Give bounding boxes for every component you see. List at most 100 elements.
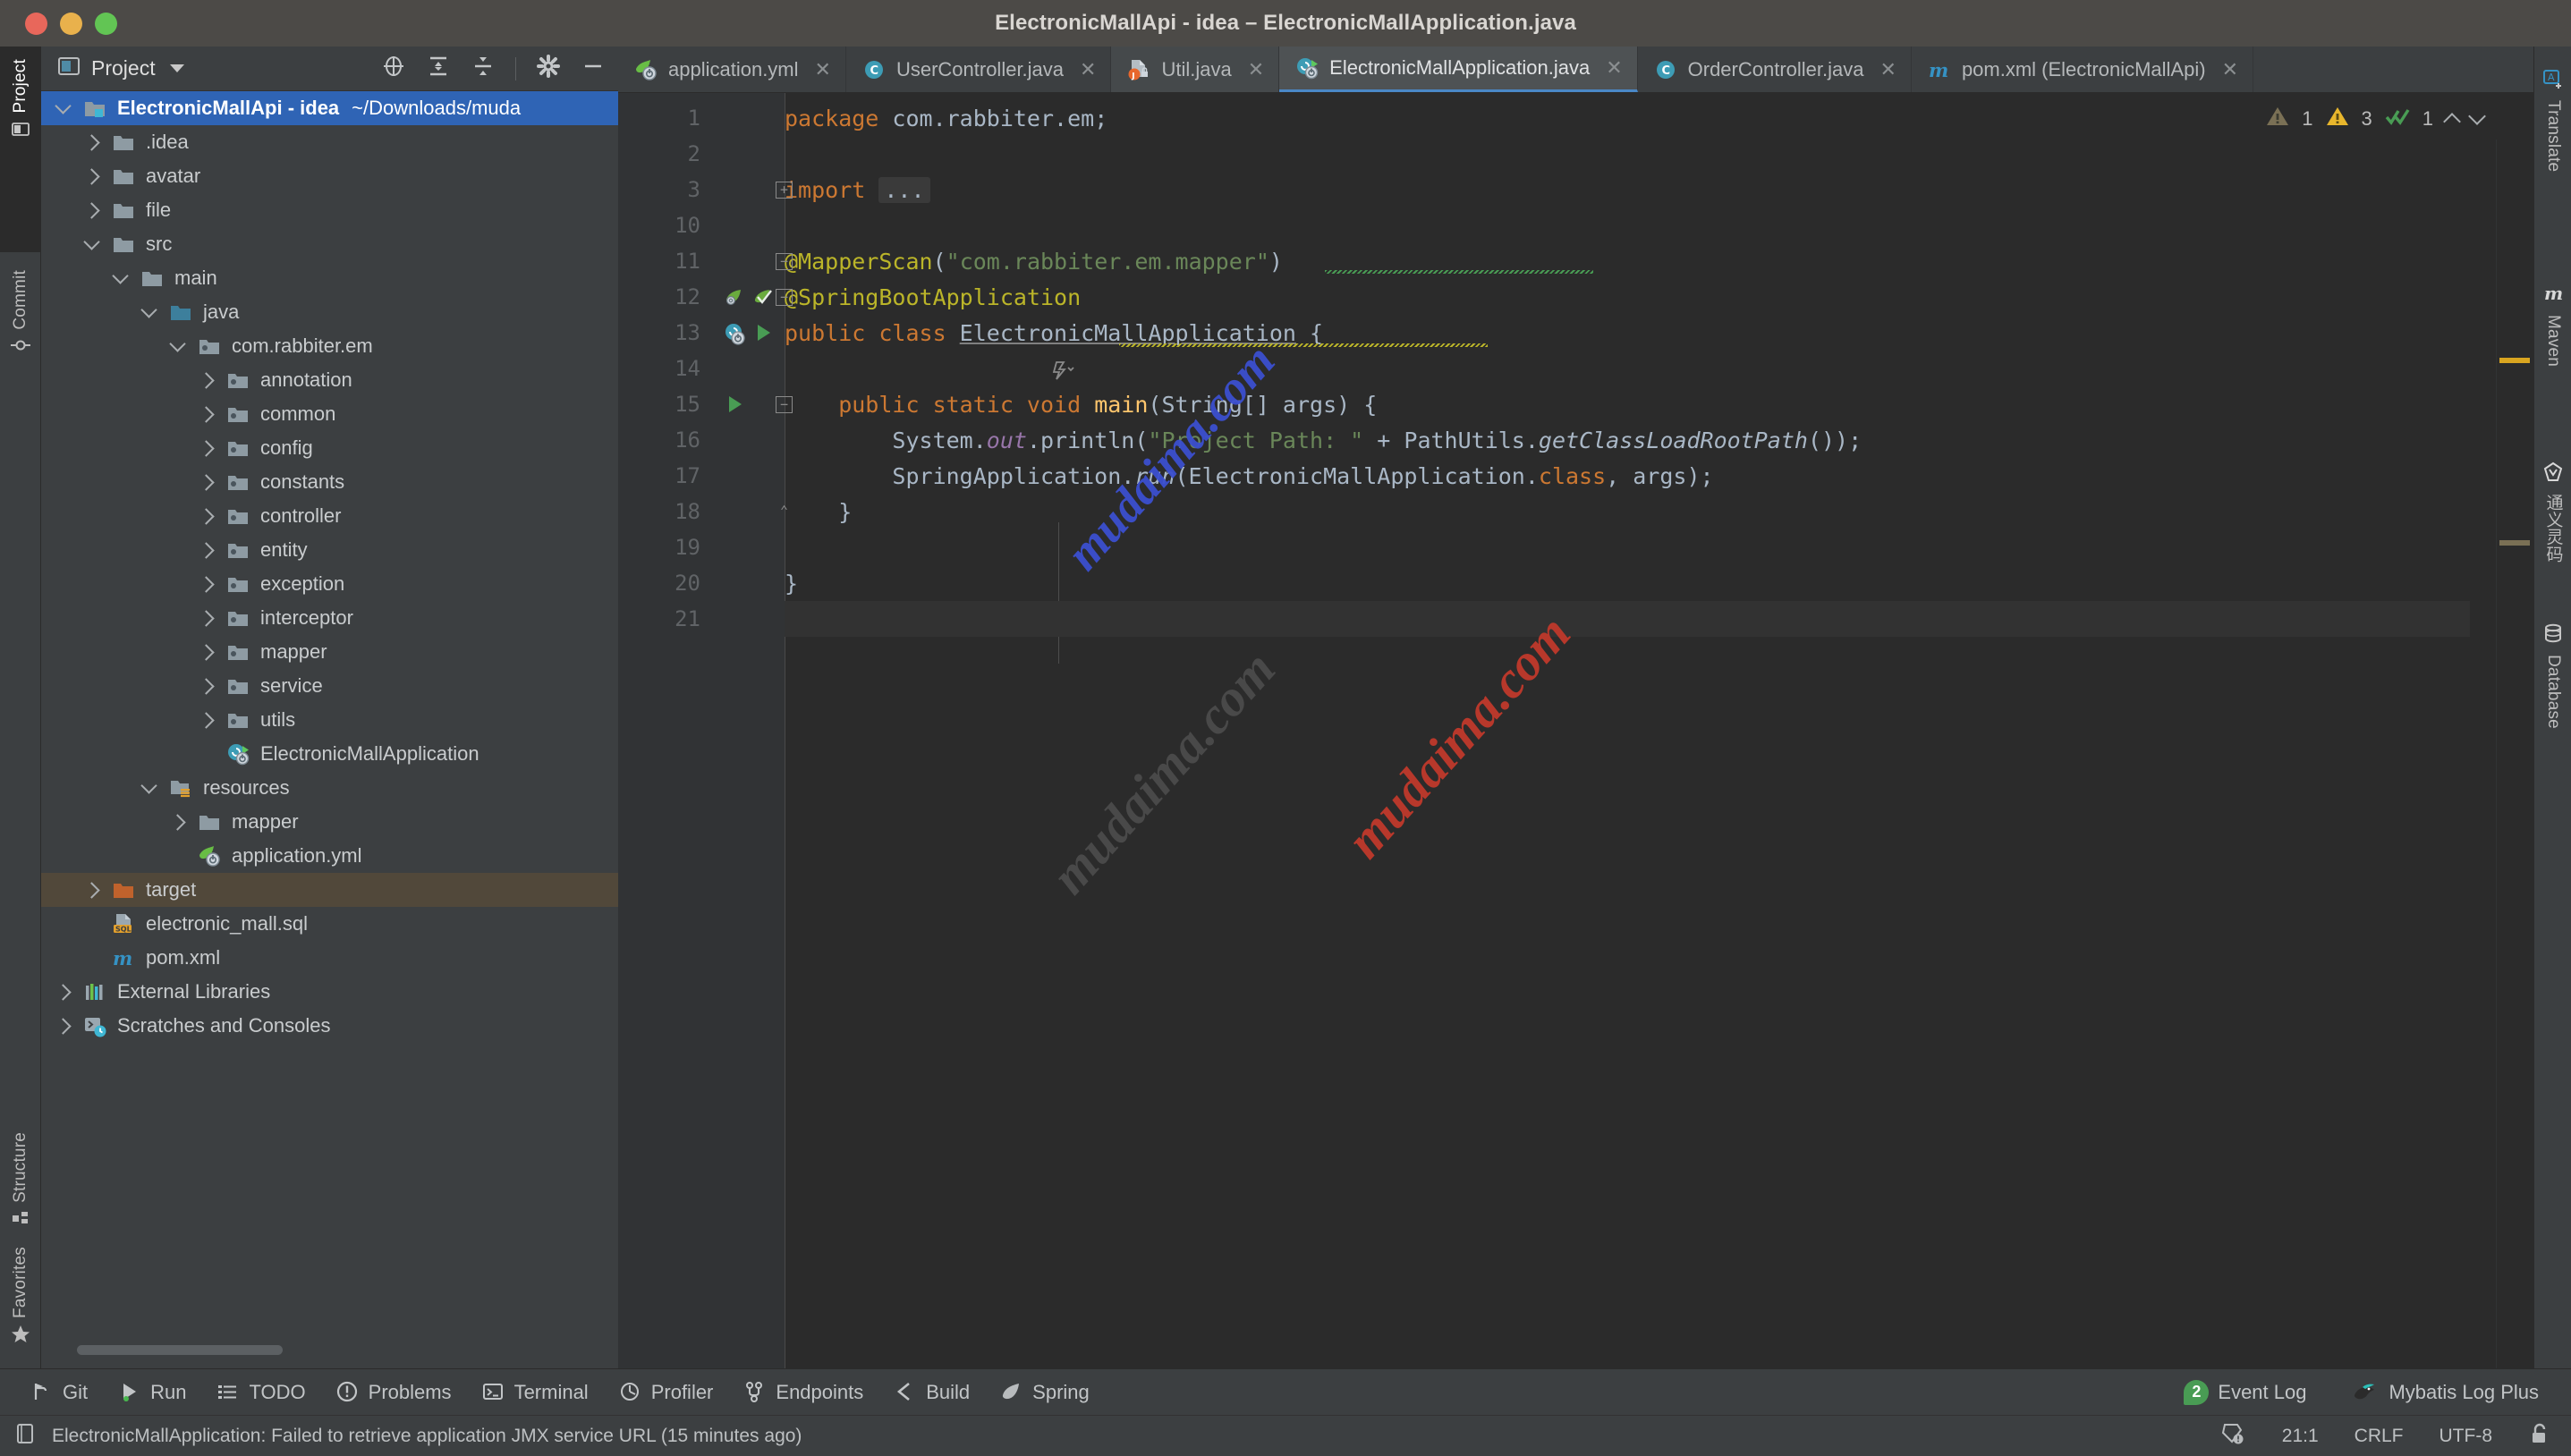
code-line[interactable]: 10 [618, 207, 2533, 243]
tool-window-button-problems[interactable]: Problems [336, 1381, 452, 1404]
code-line[interactable]: 21 [618, 601, 2533, 637]
tree-node-constants[interactable]: constants [41, 465, 618, 499]
chevron-right-icon[interactable] [198, 473, 215, 491]
settings-gear-icon[interactable] [536, 54, 561, 83]
fold-collapse-icon[interactable]: − [776, 253, 793, 270]
tree-node-common[interactable]: common [41, 397, 618, 431]
tool-window-button-spring[interactable]: Spring [1000, 1381, 1090, 1404]
scrollbar-thumb[interactable] [77, 1345, 283, 1355]
fold-expand-icon[interactable]: + [776, 182, 793, 199]
code-line[interactable]: 11 @MapperScan("com.rabbiter.em.mapper") [618, 243, 2533, 279]
tree-node-external-libraries[interactable]: External Libraries [41, 975, 618, 1009]
tree-node-electronic-mall-sql[interactable]: SQL electronic_mall.sql [41, 907, 618, 941]
tool-window-button-endpoints[interactable]: Endpoints [743, 1381, 863, 1404]
chevron-down-icon[interactable] [83, 233, 100, 250]
fold-collapse-icon[interactable]: − [776, 396, 793, 413]
code-line[interactable]: 13 public class ElectronicMallApplication… [618, 315, 2533, 351]
notification-icon[interactable] [14, 1422, 36, 1450]
unlocked-padlock-icon[interactable] [2528, 1422, 2550, 1451]
sidebar-item-database[interactable]: Database [2534, 610, 2571, 816]
code-line[interactable]: 2 [618, 136, 2533, 172]
tree-node-annotation[interactable]: annotation [41, 363, 618, 397]
tree-node-pom-xml[interactable]: m pom.xml [41, 941, 618, 975]
close-icon[interactable]: ✕ [1248, 59, 1264, 80]
tree-node-application-yml[interactable]: application.yml [41, 839, 618, 873]
tree-node-java[interactable]: java [41, 295, 618, 329]
hide-panel-icon[interactable] [581, 54, 606, 83]
close-icon[interactable]: ✕ [1080, 59, 1096, 80]
chevron-right-icon[interactable] [198, 405, 215, 423]
code-line[interactable]: 12 @SpringBootApplication [618, 279, 2533, 315]
tool-window-button-terminal[interactable]: Terminal [482, 1381, 589, 1404]
tree-node-mapper[interactable]: mapper [41, 805, 618, 839]
fold-collapse-icon[interactable]: − [776, 289, 793, 306]
editor-marker-strip[interactable] [2496, 140, 2533, 1415]
editor-tab-util-java[interactable]: J Util.java ✕ [1111, 47, 1280, 92]
chevron-right-icon[interactable] [83, 881, 100, 899]
close-icon[interactable]: ✕ [815, 59, 831, 80]
editor-marker[interactable] [2499, 540, 2530, 546]
tree-node-controller[interactable]: controller [41, 499, 618, 533]
sidebar-item-project[interactable]: Project [0, 47, 41, 252]
inlay-hint-icon[interactable] [1051, 360, 1074, 386]
caret-position[interactable]: 21:1 [2282, 1426, 2319, 1447]
chevron-down-icon[interactable] [169, 334, 186, 352]
tree-node-main[interactable]: main [41, 261, 618, 295]
project-tree-hscrollbar[interactable] [41, 1334, 618, 1368]
tree-node-service[interactable]: service [41, 669, 618, 703]
code-content[interactable]: 1 package com.rabbiter.em; 2 3 import ... +10… [618, 93, 2533, 1368]
chevron-right-icon[interactable] [55, 983, 72, 1001]
tree-node-electronicmallapi-idea[interactable]: ElectronicMallApi - idea ~/Downloads/muda [41, 91, 618, 125]
sidebar-item-commit[interactable]: Commit [0, 258, 41, 445]
tree-node-electronicmallapplication[interactable]: ElectronicMallApplication [41, 737, 618, 771]
tree-node-resources[interactable]: resources [41, 771, 618, 805]
chevron-right-icon[interactable] [198, 575, 215, 593]
code-line[interactable]: 19 [618, 529, 2533, 565]
tree-node-target[interactable]: target [41, 873, 618, 907]
tool-window-button-build[interactable]: Build [894, 1381, 970, 1404]
tree-node-scratches-and-consoles[interactable]: Scratches and Consoles [41, 1009, 618, 1043]
line-separator[interactable]: CRLF [2355, 1426, 2404, 1447]
expand-all-icon[interactable] [426, 54, 451, 83]
chevron-right-icon[interactable] [169, 813, 186, 831]
chevron-down-icon[interactable] [112, 267, 129, 284]
sidebar-item-favorites[interactable]: Favorites [0, 1182, 41, 1368]
tool-window-button-run[interactable]: Run [118, 1381, 186, 1404]
inspection-eye-icon[interactable] [2221, 1422, 2246, 1451]
editor-tab-electronicmallapplication-java[interactable]: ElectronicMallApplication.java ✕ [1279, 47, 1638, 92]
chevron-right-icon[interactable] [198, 677, 215, 695]
fold-end-icon[interactable]: ⌃ [776, 504, 793, 521]
close-icon[interactable]: ✕ [2222, 59, 2238, 80]
chevron-right-icon[interactable] [83, 133, 100, 151]
tool-window-button-profiler[interactable]: Profiler [619, 1381, 713, 1404]
chevron-right-icon[interactable] [198, 643, 215, 661]
tree-node-entity[interactable]: entity [41, 533, 618, 567]
editor-tab-application-yml[interactable]: application.yml ✕ [618, 47, 846, 92]
editor-tab-usercontroller-java[interactable]: C UserController.java ✕ [846, 47, 1112, 92]
tree-node-com-rabbiter-em[interactable]: com.rabbiter.em [41, 329, 618, 363]
inspection-widget[interactable]: 1 3 1 [2266, 106, 2486, 132]
code-line[interactable]: 20} [618, 565, 2533, 601]
mybatis-log-plus-button[interactable]: Mybatis Log Plus [2351, 1381, 2539, 1404]
chevron-down-icon[interactable] [169, 64, 184, 72]
tree-node-avatar[interactable]: avatar [41, 159, 618, 193]
close-icon[interactable]: ✕ [1880, 59, 1896, 80]
chevron-right-icon[interactable] [198, 541, 215, 559]
tree-node-exception[interactable]: exception [41, 567, 618, 601]
editor-tab-pom-xml-electronicmallapi[interactable]: m pom.xml (ElectronicMallApi) ✕ [1912, 47, 2253, 92]
chevron-down-icon[interactable] [55, 97, 72, 114]
chevron-right-icon[interactable] [198, 711, 215, 729]
tree-node-utils[interactable]: utils [41, 703, 618, 737]
code-line[interactable]: 15 public static void main(String[] args… [618, 386, 2533, 422]
tree-node-src[interactable]: src [41, 227, 618, 261]
code-line[interactable]: 16 System.out.println("Project Path: " +… [618, 422, 2533, 458]
chevron-right-icon[interactable] [83, 167, 100, 185]
editor-marker[interactable] [2499, 358, 2530, 363]
status-message[interactable]: ElectronicMallApplication: Failed to ret… [52, 1426, 802, 1447]
chevron-right-icon[interactable] [198, 507, 215, 525]
code-line[interactable]: 18 } [618, 494, 2533, 529]
sidebar-item-maven[interactable]: m Maven [2534, 270, 2571, 449]
tree-node-config[interactable]: config [41, 431, 618, 465]
sidebar-item-tongyi[interactable]: 通义灵码 [2534, 449, 2571, 628]
tree-node-file[interactable]: file [41, 193, 618, 227]
